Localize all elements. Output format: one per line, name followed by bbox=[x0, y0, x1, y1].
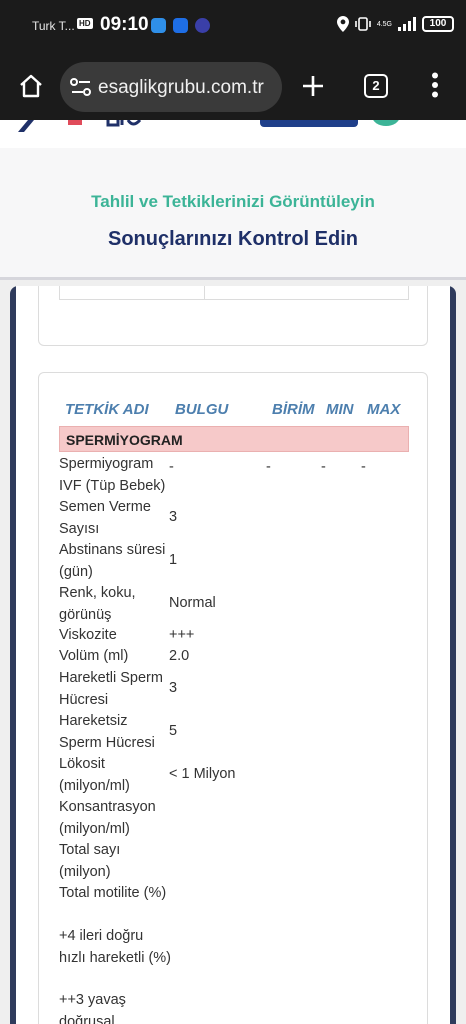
hero-subtitle: Tahlil ve Tetkiklerinizi Görüntüleyin bbox=[91, 192, 375, 211]
section-header: SPERMİYOGRAM bbox=[59, 426, 409, 452]
test-result: 3 bbox=[169, 509, 178, 525]
test-name: +4 ileri doğru hızlı hareketli (%) bbox=[59, 928, 172, 966]
test-name: Volüm (ml) bbox=[59, 648, 129, 664]
header-round-button[interactable] bbox=[372, 120, 400, 126]
messenger-app-icon bbox=[151, 18, 166, 33]
section-title: SPERMİYOGRAM bbox=[66, 432, 183, 448]
site-header bbox=[0, 120, 466, 148]
vibrate-icon bbox=[355, 17, 371, 31]
column-header-result: BULGU bbox=[175, 401, 229, 418]
test-name: Hareketsiz Sperm Hücresi bbox=[59, 713, 155, 751]
previous-result-card bbox=[38, 286, 428, 346]
test-result: 3 bbox=[169, 680, 178, 696]
status-right: 4.5G 100 bbox=[336, 16, 454, 32]
test-result: 5 bbox=[169, 723, 178, 739]
url-text: esaglikgrubu.com.tr bbox=[98, 77, 264, 98]
test-name: Konsantrasyon (milyon/ml) bbox=[59, 799, 156, 837]
location-icon bbox=[336, 16, 349, 32]
test-result: +++ bbox=[169, 627, 195, 643]
browser-app-icon bbox=[173, 18, 188, 33]
address-bar[interactable]: esaglikgrubu.com.tr bbox=[60, 62, 282, 112]
result-card: TETKİK ADI BULGU BİRİM MIN MAX SPERMİYOG… bbox=[38, 372, 428, 1024]
tab-switcher-button[interactable]: 2 bbox=[364, 74, 388, 98]
test-result: - bbox=[169, 459, 174, 475]
site-logo bbox=[18, 120, 142, 132]
column-header-unit: BİRİM bbox=[272, 401, 315, 418]
site-settings-icon[interactable] bbox=[70, 77, 92, 97]
vpn-app-icon bbox=[195, 18, 210, 33]
header-button[interactable] bbox=[260, 120, 358, 127]
test-result: 2.0 bbox=[169, 648, 190, 664]
hd-voice-icon: HD bbox=[77, 18, 93, 29]
column-header-min: MIN bbox=[326, 401, 354, 418]
previous-result-table bbox=[59, 286, 409, 300]
battery-icon: 100 bbox=[422, 16, 454, 32]
test-name: Total sayı (milyon) bbox=[59, 842, 121, 880]
hero-title: Sonuçlarınızı Kontrol Edin bbox=[108, 228, 358, 250]
test-name: Viskozite bbox=[59, 627, 117, 643]
test-name: Hareketli Sperm Hücresi bbox=[59, 670, 163, 708]
test-min: - bbox=[321, 459, 326, 475]
carrier-label: Turk T... bbox=[32, 19, 75, 33]
test-name: Renk, koku, görünüş bbox=[59, 585, 136, 623]
more-menu-icon[interactable] bbox=[431, 72, 439, 98]
test-unit: - bbox=[266, 459, 271, 475]
signal-icon bbox=[398, 17, 416, 31]
clock: 09:10 bbox=[100, 14, 149, 35]
test-name: Abstinans süresi (gün) bbox=[59, 542, 166, 580]
test-name: Lökosit (milyon/ml) bbox=[59, 756, 130, 794]
status-bar: Turk T... HD 09:10 4.5G 100 bbox=[0, 0, 466, 52]
test-result: 1 bbox=[169, 552, 178, 568]
web-page: Tahlil ve Tetkiklerinizi Görüntüleyin So… bbox=[0, 120, 466, 1024]
test-result: Normal bbox=[169, 595, 216, 611]
test-name: Semen Verme Sayısı bbox=[59, 499, 151, 537]
results-hero: Tahlil ve Tetkiklerinizi Görüntüleyin So… bbox=[0, 148, 466, 280]
test-name: Spermiyogram IVF (Tüp Bebek) bbox=[59, 456, 166, 494]
column-header-max: MAX bbox=[367, 401, 401, 418]
test-name: Total motilite (%) bbox=[59, 885, 167, 901]
test-max: - bbox=[361, 459, 366, 475]
new-tab-icon[interactable] bbox=[301, 74, 325, 98]
column-header-name: TETKİK ADI bbox=[65, 401, 149, 418]
test-name: ++3 yavaş doğrusal bbox=[59, 992, 126, 1024]
browser-toolbar: esaglikgrubu.com.tr 2 bbox=[0, 52, 466, 120]
home-icon[interactable] bbox=[18, 74, 44, 98]
test-result: < 1 Milyon bbox=[169, 766, 236, 782]
network-type: 4.5G bbox=[376, 20, 392, 28]
